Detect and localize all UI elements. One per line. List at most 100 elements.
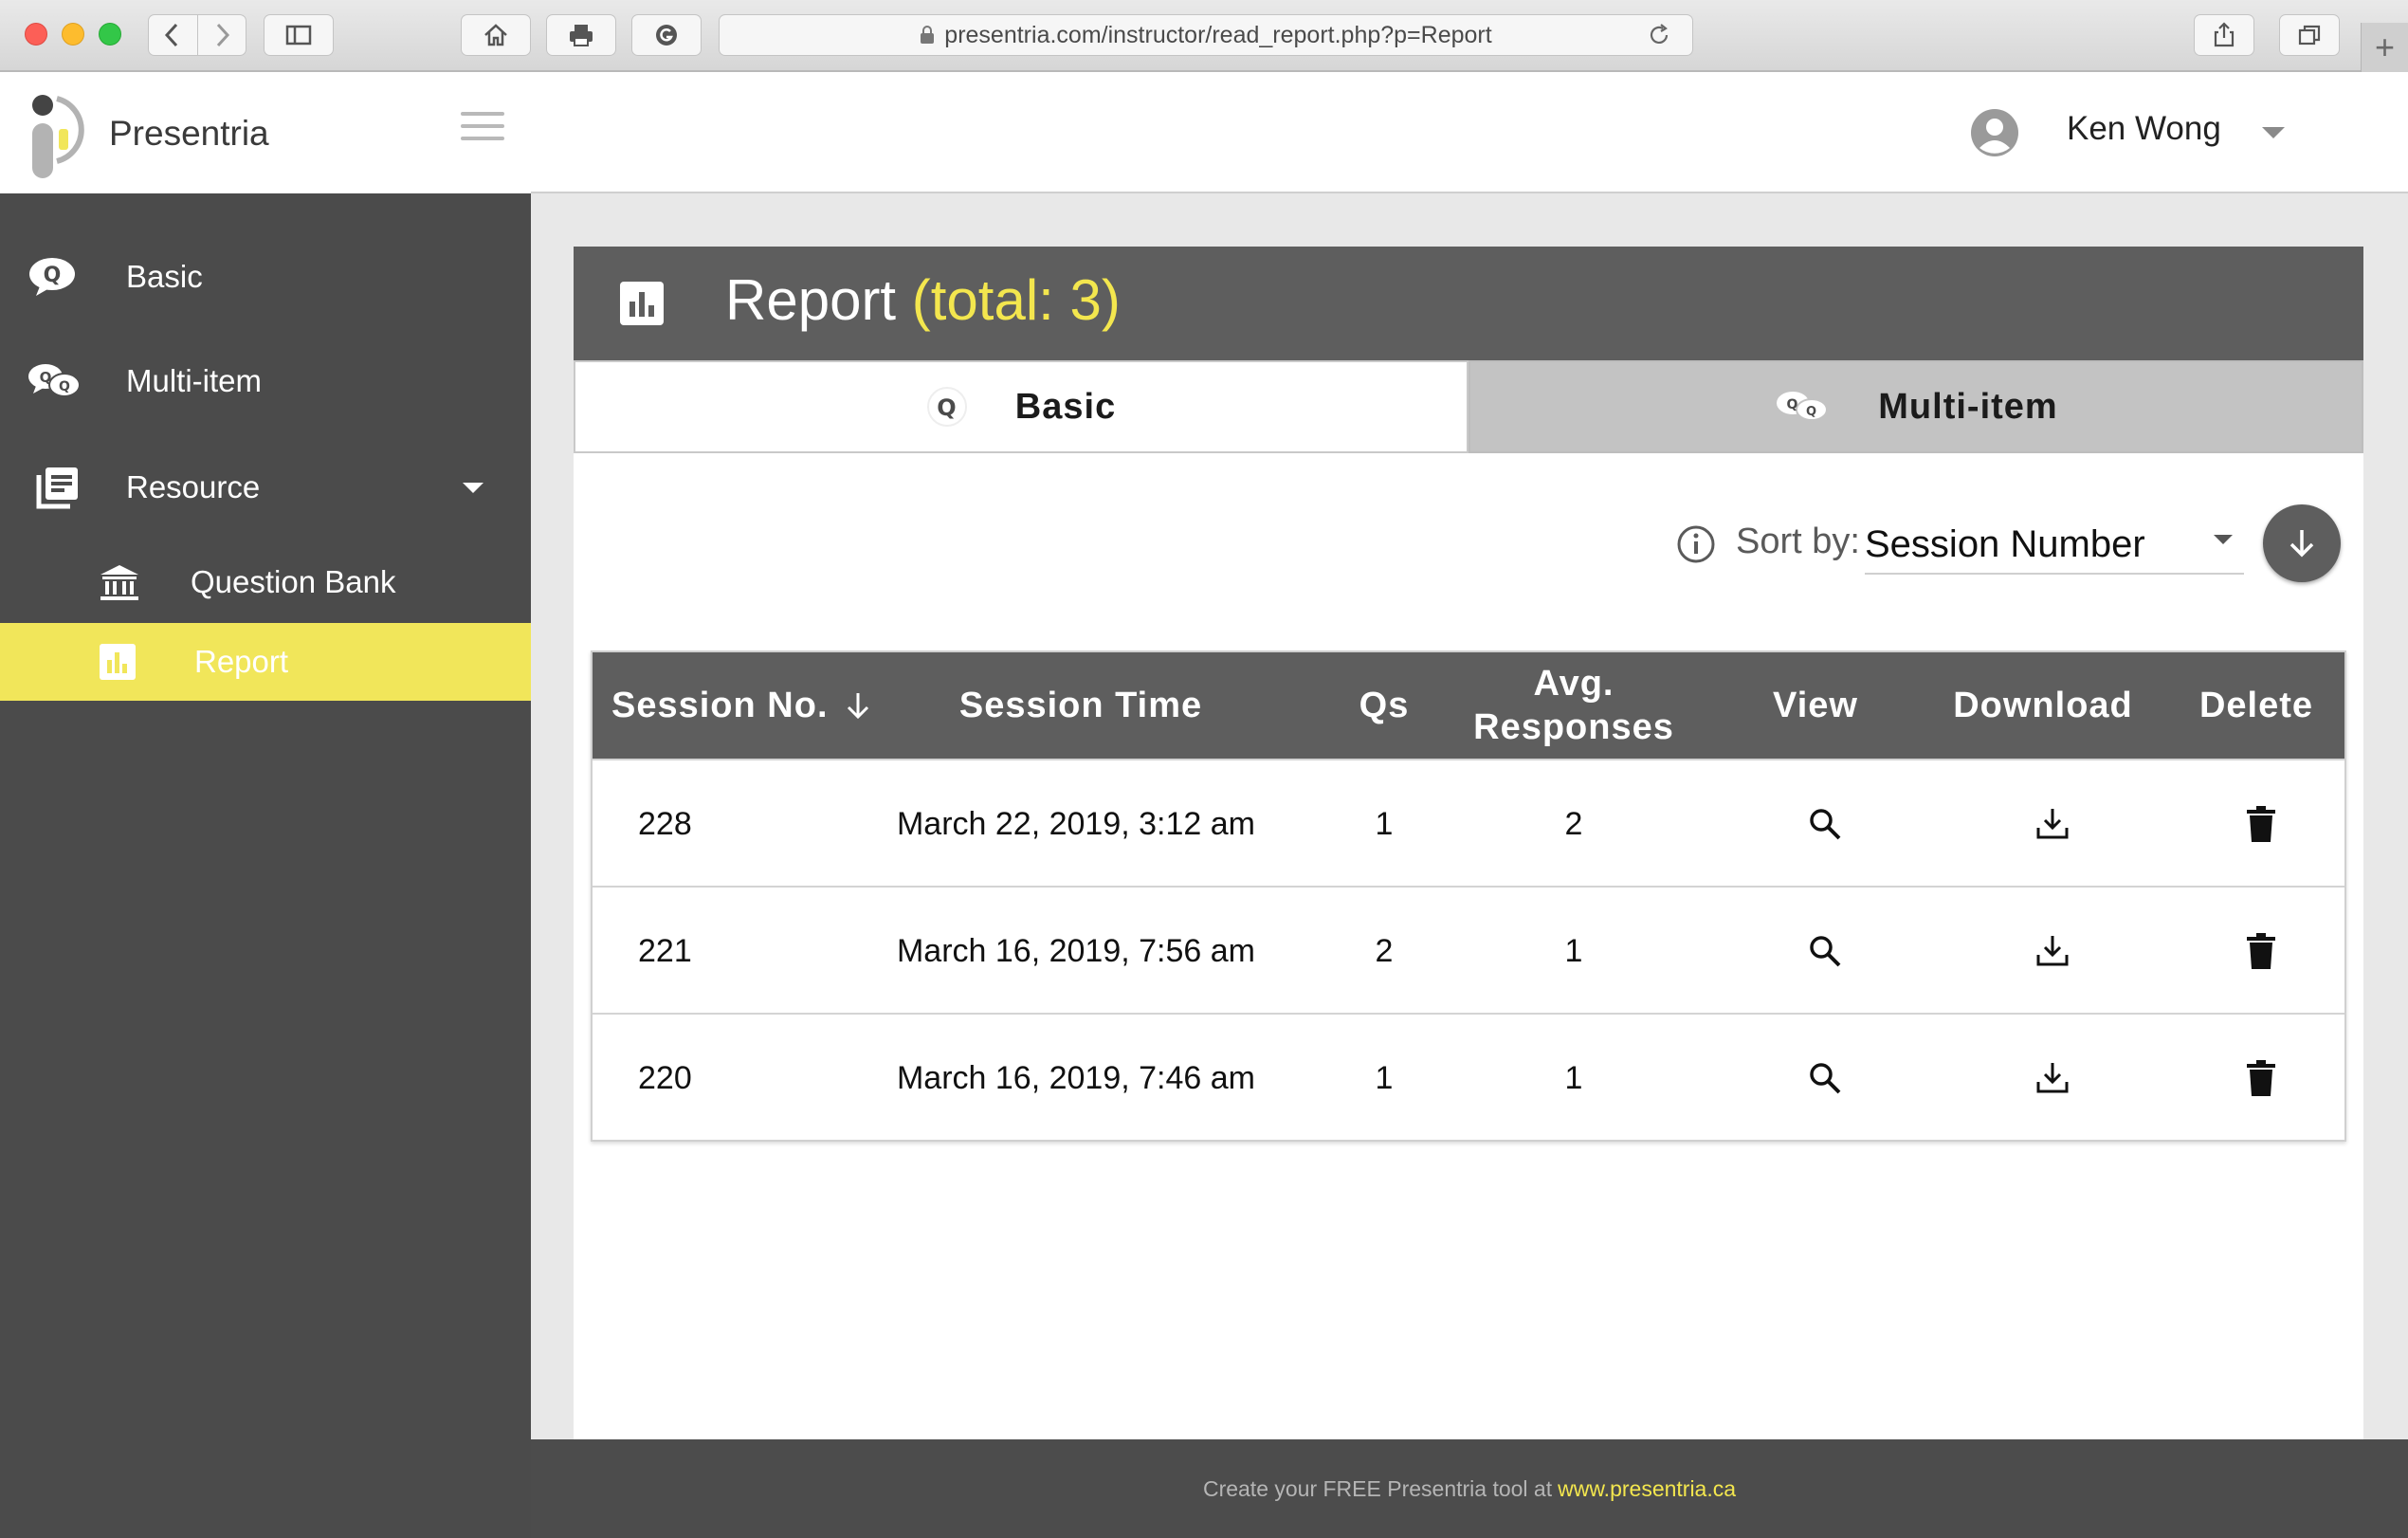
trash-icon xyxy=(2247,806,2275,842)
download-icon xyxy=(2036,809,2069,839)
download-icon xyxy=(2036,1063,2069,1093)
sidebar-item-question-bank[interactable]: Question Bank xyxy=(0,543,531,621)
footer-text: Create your FREE Presentria tool at xyxy=(1202,1475,1553,1501)
trash-icon xyxy=(2247,1060,2275,1096)
resource-list-icon xyxy=(36,467,78,509)
delete-button[interactable] xyxy=(2204,888,2318,1015)
close-window-button[interactable] xyxy=(25,23,47,46)
tab-basic[interactable]: Q Basic xyxy=(574,360,1469,453)
svg-text:Q: Q xyxy=(1787,397,1799,412)
footer-link[interactable]: www.presentria.ca xyxy=(1558,1476,1736,1502)
info-icon[interactable] xyxy=(1675,523,1717,565)
sidebar-icon xyxy=(285,25,312,46)
brand-name[interactable]: Presentria xyxy=(109,114,269,154)
svg-text:Q: Q xyxy=(1806,405,1817,419)
avg-responses: 2 xyxy=(1564,805,1583,842)
sort-value: Session Number xyxy=(1865,523,2145,565)
sidebar-item-multi-item[interactable]: Q Q Multi-item xyxy=(0,342,531,420)
svg-text:Q: Q xyxy=(40,369,52,386)
print-button[interactable] xyxy=(546,14,616,56)
minimize-window-button[interactable] xyxy=(62,23,84,46)
presentria-logo-icon[interactable] xyxy=(27,93,99,180)
chevron-left-icon xyxy=(165,23,178,47)
question-count: 1 xyxy=(1375,805,1394,842)
delete-button[interactable] xyxy=(2204,760,2318,888)
svg-text:Q: Q xyxy=(44,264,62,287)
sidebar-toggle-button[interactable] xyxy=(264,14,334,56)
user-name[interactable]: Ken Wong xyxy=(2067,110,2221,148)
tabs-overview-button[interactable] xyxy=(2279,14,2340,56)
home-icon xyxy=(484,24,507,46)
column-label: Session No. xyxy=(611,686,829,725)
forward-button[interactable] xyxy=(196,15,246,55)
search-icon xyxy=(1810,936,1841,967)
back-button[interactable] xyxy=(149,15,197,55)
view-button[interactable] xyxy=(1749,760,1901,888)
sidebar-item-basic[interactable]: Q Basic xyxy=(0,238,531,316)
sidebar-item-label: Report xyxy=(194,644,289,679)
chevron-down-icon[interactable] xyxy=(2214,535,2233,544)
new-tab-icon: + xyxy=(2374,27,2396,66)
page-title: Report (total: 3) xyxy=(725,267,1121,333)
grammarly-icon xyxy=(656,25,677,46)
download-button[interactable] xyxy=(1958,888,2147,1015)
address-bar[interactable]: presentria.com/instructor/read_report.ph… xyxy=(719,14,1693,56)
basic-q-icon: Q xyxy=(926,387,967,427)
multi-q-bubble-icon: Q Q xyxy=(28,364,81,397)
table-row: 221 March 16, 2019, 7:56 am 2 1 xyxy=(593,886,2344,1013)
sort-direction-button[interactable] xyxy=(2263,504,2341,582)
chevron-right-icon xyxy=(216,23,229,47)
search-icon xyxy=(1810,809,1841,840)
share-icon xyxy=(2214,22,2235,47)
column-label: Avg. xyxy=(1533,664,1614,704)
browser-toolbar: presentria.com/instructor/read_report.ph… xyxy=(0,0,2408,72)
total-count: (total: 3) xyxy=(911,268,1121,332)
lock-icon xyxy=(921,26,935,44)
sidebar-item-report[interactable]: Report xyxy=(0,623,531,701)
view-button[interactable] xyxy=(1749,1015,1901,1142)
menu-toggle-button[interactable] xyxy=(461,112,504,144)
svg-text:Q: Q xyxy=(937,394,957,421)
session-time: March 16, 2019, 7:46 am xyxy=(896,1059,1255,1096)
delete-button[interactable] xyxy=(2204,1015,2318,1142)
footer: Create your FREE Presentria tool at www.… xyxy=(531,1439,2408,1538)
session-time: March 16, 2019, 7:56 am xyxy=(896,932,1255,969)
share-button[interactable] xyxy=(2194,14,2254,56)
question-count: 2 xyxy=(1375,932,1394,969)
download-button[interactable] xyxy=(1958,1015,2147,1142)
table-row: 228 March 22, 2019, 3:12 am 1 2 xyxy=(593,759,2344,886)
session-time: March 22, 2019, 3:12 am xyxy=(896,805,1255,842)
sort-label: Sort by: xyxy=(1736,522,1860,561)
new-tab-button[interactable]: + xyxy=(2361,23,2408,72)
column-session-no[interactable]: Session No. xyxy=(593,652,886,759)
column-session-time: Session Time xyxy=(905,652,1256,759)
tab-multi-item[interactable]: Q Q Multi-item xyxy=(1469,360,2363,453)
zoom-window-button[interactable] xyxy=(99,23,121,46)
hamburger-icon xyxy=(461,112,504,116)
basic-q-bubble-icon: Q xyxy=(29,258,75,296)
user-menu-caret-icon[interactable] xyxy=(2262,127,2285,138)
user-avatar-icon[interactable] xyxy=(1970,108,2019,157)
avg-responses: 1 xyxy=(1564,1059,1583,1096)
column-avg-responses: Avg. Responses xyxy=(1446,652,1702,759)
sidebar-item-label: Basic xyxy=(126,259,203,294)
view-button[interactable] xyxy=(1749,888,1901,1015)
download-button[interactable] xyxy=(1958,760,2147,888)
session-number: 220 xyxy=(638,1059,692,1096)
reload-icon[interactable] xyxy=(1645,21,1673,49)
column-label: View xyxy=(1773,686,1858,725)
report-panel: Report (total: 3) Q Basic Q Q Multi-item… xyxy=(574,247,2363,1441)
sort-select[interactable]: Session Number xyxy=(1865,514,2244,575)
table-header: Session No. Session Time Qs Avg. Respons… xyxy=(593,652,2344,759)
expand-caret-icon[interactable] xyxy=(463,482,483,493)
printer-icon xyxy=(570,25,593,46)
tab-label: Multi-item xyxy=(1878,386,2058,427)
grammarly-button[interactable] xyxy=(631,14,702,56)
page-title-text: Report xyxy=(725,268,897,332)
home-button[interactable] xyxy=(461,14,531,56)
session-number: 221 xyxy=(638,932,692,969)
tabs-icon xyxy=(2298,25,2321,46)
question-count: 1 xyxy=(1375,1059,1394,1096)
column-qs: Qs xyxy=(1351,652,1417,759)
sidebar-item-resource[interactable]: Resource xyxy=(0,449,531,526)
